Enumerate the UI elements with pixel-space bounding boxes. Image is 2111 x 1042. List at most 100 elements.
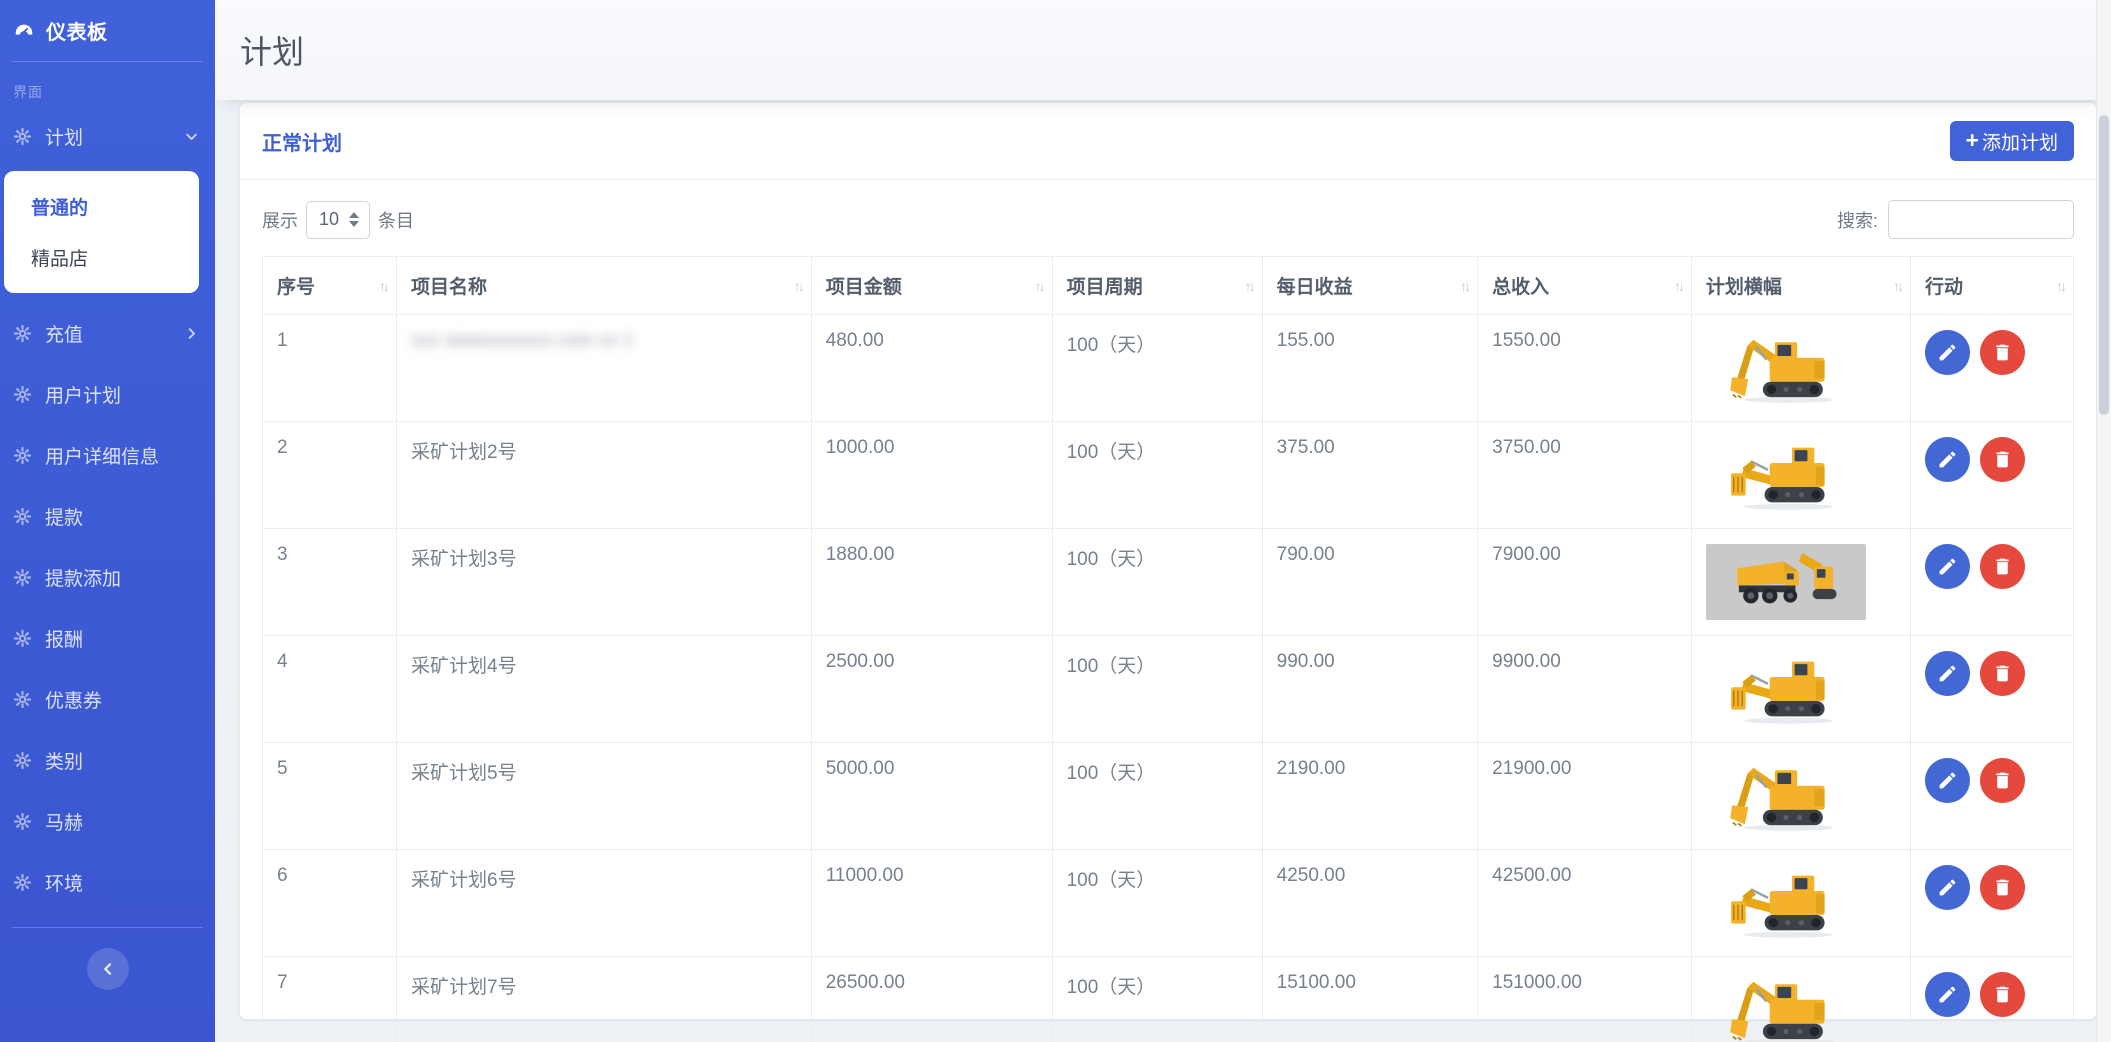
cell-actions [1910, 743, 2073, 850]
cell-project-amount: 5000.00 [811, 743, 1052, 850]
window-scrollbar[interactable] [2096, 0, 2111, 1042]
pencil-icon [1937, 342, 1958, 363]
cell-total-income: 9900.00 [1478, 636, 1692, 743]
sidebar-item-label: 报酬 [45, 625, 83, 652]
edit-button[interactable] [1925, 865, 1970, 910]
cell-daily-income: 2190.00 [1262, 743, 1478, 850]
plan-banner-image [1706, 651, 1866, 727]
sort-arrows-icon: ↑↓ [2056, 278, 2064, 294]
cell-project-period: 100（天） [1052, 529, 1262, 636]
table-row: 1 xxx wwwxxxxxxx.com xx 1 480.00 100（天） … [263, 315, 2074, 422]
sidebar-item[interactable]: 类别 [0, 730, 215, 791]
cell-serial: 2 [263, 422, 397, 529]
sidebar-item[interactable]: 报酬 [0, 608, 215, 669]
sidebar-item-label: 马赫 [45, 808, 83, 835]
sidebar-item-label: 环境 [45, 869, 83, 896]
gear-icon [13, 629, 32, 648]
column-header[interactable]: 行动↑↓ [1910, 257, 2073, 315]
cell-project-period: 100（天） [1052, 422, 1262, 529]
excavator-image [1712, 760, 1860, 832]
cell-plan-banner [1691, 743, 1910, 850]
sort-arrows-icon: ↑↓ [1893, 278, 1901, 294]
length-label-suffix: 条目 [378, 207, 414, 233]
edit-button[interactable] [1925, 651, 1970, 696]
excavator-image [1712, 653, 1860, 725]
search-input[interactable] [1888, 200, 2074, 239]
chevron-right-icon [184, 326, 199, 341]
cell-project-name: 采矿计划3号 [397, 529, 812, 636]
sidebar-item-plans[interactable]: 计划 [0, 106, 215, 167]
app-window: 仪表板 界面 计划 普通的 精品店 充值 用户计划用户详细信息提款提款添加报酬优… [0, 0, 2111, 1042]
cell-project-name: 采矿计划4号 [397, 636, 812, 743]
submenu-item-normal[interactable]: 普通的 [4, 181, 199, 232]
edit-button[interactable] [1925, 758, 1970, 803]
cell-plan-banner [1691, 315, 1910, 422]
sidebar-item[interactable]: 用户计划 [0, 364, 215, 425]
table-controls: 展示 10 条目 搜索: [262, 200, 2074, 239]
add-plan-button[interactable]: +添加计划 [1950, 121, 2074, 161]
gear-icon [13, 507, 32, 526]
column-header[interactable]: 每日收益↑↓ [1262, 257, 1478, 315]
sidebar-item-label: 类别 [45, 747, 83, 774]
cell-total-income: 151000.00 [1478, 957, 1692, 1042]
page-header: 计划 [215, 0, 2111, 100]
excavator-image [1712, 974, 1860, 1042]
cell-serial: 1 [263, 315, 397, 422]
delete-button[interactable] [1980, 437, 2025, 482]
sidebar-item-recharge[interactable]: 充值 [0, 303, 215, 364]
sort-arrows-icon: ↑↓ [379, 278, 387, 294]
column-header[interactable]: 项目名称↑↓ [397, 257, 812, 315]
cell-daily-income: 790.00 [1262, 529, 1478, 636]
cell-project-amount: 480.00 [811, 315, 1052, 422]
gear-icon [13, 385, 32, 404]
card-title: 正常计划 [262, 127, 342, 156]
chevron-down-icon [184, 129, 199, 144]
delete-button[interactable] [1980, 758, 2025, 803]
delete-button[interactable] [1980, 972, 2025, 1017]
edit-button[interactable] [1925, 544, 1970, 589]
cell-project-amount: 2500.00 [811, 636, 1052, 743]
sidebar-item[interactable]: 优惠券 [0, 669, 215, 730]
edit-button[interactable] [1925, 330, 1970, 375]
edit-button[interactable] [1925, 972, 1970, 1017]
sidebar-item[interactable]: 环境 [0, 852, 215, 913]
table-row: 6 采矿计划6号 11000.00 100（天） 4250.00 42500.0… [263, 850, 2074, 957]
sidebar-item[interactable]: 提款添加 [0, 547, 215, 608]
sidebar-item-dashboard[interactable]: 仪表板 [0, 0, 215, 59]
dashboard-gauge-icon [13, 20, 35, 42]
plans-table: 序号↑↓项目名称↑↓项目金额↑↓项目周期↑↓每日收益↑↓总收入↑↓计划横幅↑↓行… [262, 256, 2074, 1042]
plus-icon: + [1966, 129, 1979, 152]
plans-card: 正常计划 +添加计划 展示 10 条目 [240, 103, 2096, 1019]
cell-daily-income: 4250.00 [1262, 850, 1478, 957]
plan-banner-image [1706, 758, 1866, 834]
sidebar-item-label: 用户详细信息 [45, 442, 159, 469]
plan-banner-image [1706, 865, 1866, 941]
delete-button[interactable] [1980, 651, 2025, 696]
column-header[interactable]: 序号↑↓ [263, 257, 397, 315]
cell-actions [1910, 636, 2073, 743]
sidebar-collapse-button[interactable] [87, 948, 129, 990]
sidebar-item[interactable]: 提款 [0, 486, 215, 547]
gear-icon [13, 446, 32, 465]
sidebar-item[interactable]: 用户详细信息 [0, 425, 215, 486]
scrollbar-thumb[interactable] [2099, 115, 2109, 415]
column-header[interactable]: 项目金额↑↓ [811, 257, 1052, 315]
table-row: 5 采矿计划5号 5000.00 100（天） 2190.00 21900.00 [263, 743, 2074, 850]
delete-button[interactable] [1980, 865, 2025, 910]
edit-button[interactable] [1925, 437, 1970, 482]
column-header[interactable]: 总收入↑↓ [1478, 257, 1692, 315]
column-header[interactable]: 项目周期↑↓ [1052, 257, 1262, 315]
delete-button[interactable] [1980, 330, 2025, 375]
table-header-row: 序号↑↓项目名称↑↓项目金额↑↓项目周期↑↓每日收益↑↓总收入↑↓计划横幅↑↓行… [263, 257, 2074, 315]
submenu-item-boutique[interactable]: 精品店 [4, 232, 199, 283]
sidebar-item[interactable]: 马赫 [0, 791, 215, 852]
cell-actions [1910, 422, 2073, 529]
column-header[interactable]: 计划横幅↑↓ [1691, 257, 1910, 315]
sidebar: 仪表板 界面 计划 普通的 精品店 充值 用户计划用户详细信息提款提款添加报酬优… [0, 0, 215, 1042]
excavator-image [1712, 867, 1860, 939]
sort-arrows-icon: ↑↓ [794, 278, 802, 294]
length-value: 10 [319, 209, 339, 230]
cell-project-amount: 1880.00 [811, 529, 1052, 636]
page-length-select[interactable]: 10 [306, 201, 370, 239]
delete-button[interactable] [1980, 544, 2025, 589]
